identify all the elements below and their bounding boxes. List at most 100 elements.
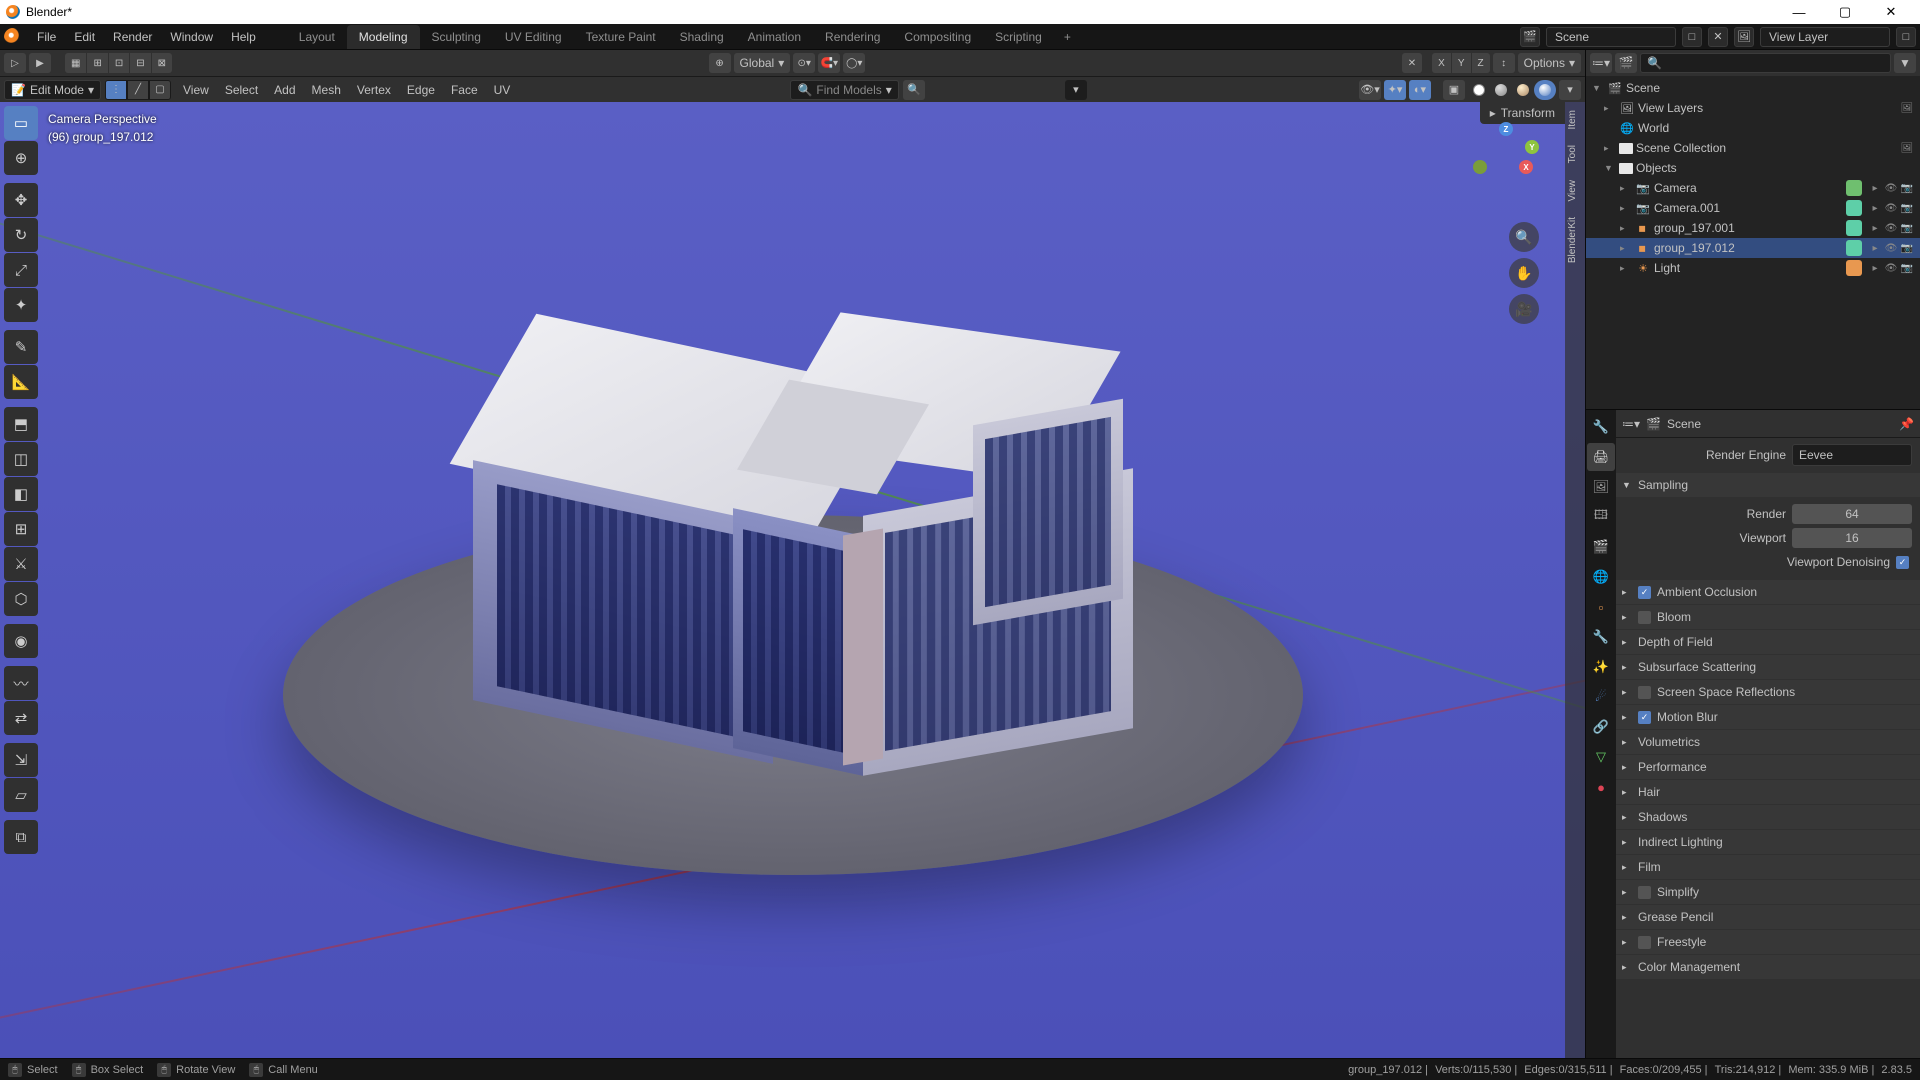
options-dropdown[interactable]: Options▾ <box>1518 53 1581 73</box>
physics-tab[interactable]: ☄ <box>1587 683 1615 711</box>
panel-depth-of-field[interactable]: ▸Depth of Field <box>1616 630 1920 654</box>
mesh-menu-select[interactable]: Select <box>217 80 266 100</box>
move-tool[interactable]: ✥ <box>4 183 38 217</box>
panel-volumetrics[interactable]: ▸Volumetrics <box>1616 730 1920 754</box>
panel-checkbox[interactable]: ✓ <box>1638 586 1651 599</box>
viewlayer-field[interactable]: View Layer <box>1760 27 1890 47</box>
y-axis-gizmo[interactable]: Y <box>1525 140 1539 154</box>
panel-hair[interactable]: ▸Hair <box>1616 780 1920 804</box>
workspace-tab-modeling[interactable]: Modeling <box>347 25 420 49</box>
panel-freestyle[interactable]: ▸Freestyle <box>1616 930 1920 954</box>
viewport-samples-field[interactable]: 16 <box>1792 528 1912 548</box>
shear-tool[interactable]: ▱ <box>4 778 38 812</box>
menu-render[interactable]: Render <box>104 26 161 48</box>
menu-help[interactable]: Help <box>222 26 265 48</box>
outliner-row[interactable]: ▸🖼View Layers🖼 <box>1586 98 1920 118</box>
scene-new-button[interactable]: □ <box>1682 27 1702 47</box>
render-samples-field[interactable]: 64 <box>1792 504 1912 524</box>
render-engine-select[interactable]: Eevee <box>1792 444 1912 466</box>
maximize-button[interactable]: ▢ <box>1822 0 1868 24</box>
extrude-tool[interactable]: ⬒ <box>4 407 38 441</box>
xray-toggle[interactable]: ▣ <box>1443 80 1465 100</box>
select-mode-group[interactable]: ⋮ ╱ ▢ <box>105 80 171 100</box>
scene-tab[interactable]: 🎬 <box>1587 533 1615 561</box>
panel-ambient-occlusion[interactable]: ▸✓Ambient Occlusion <box>1616 580 1920 604</box>
mesh-menu-edge[interactable]: Edge <box>399 80 443 100</box>
scene-browse-button[interactable]: 🎬 <box>1520 27 1540 47</box>
slide-tool[interactable]: ⇄ <box>4 701 38 735</box>
panel-checkbox[interactable] <box>1638 686 1651 699</box>
n-panel-tab-blenderkit[interactable]: BlenderKit <box>1565 209 1580 271</box>
panel-indirect-lighting[interactable]: ▸Indirect Lighting <box>1616 830 1920 854</box>
output-tab[interactable]: 🖼 <box>1587 473 1615 501</box>
cursor-tool-icon[interactable]: ▷ <box>4 53 26 73</box>
menu-window[interactable]: Window <box>161 26 222 48</box>
z-axis-gizmo[interactable]: Z <box>1499 122 1513 136</box>
props-context-icon[interactable]: ≔▾ <box>1622 417 1640 431</box>
outliner-row[interactable]: 🌐World <box>1586 118 1920 138</box>
object-tab[interactable]: ▫ <box>1587 593 1615 621</box>
outliner-row[interactable]: ▸◆group_197.001▸👁📷 <box>1586 218 1920 238</box>
constraint-tab[interactable]: 🔗 <box>1587 713 1615 741</box>
outliner-row[interactable]: ▸Scene Collection🖼 <box>1586 138 1920 158</box>
panel-performance[interactable]: ▸Performance <box>1616 755 1920 779</box>
shrink-tool[interactable]: ⇲ <box>4 743 38 777</box>
annotate-tool[interactable]: ✎ <box>4 330 38 364</box>
cursor-tool[interactable]: ⊕ <box>4 141 38 175</box>
add-workspace-button[interactable]: + <box>1054 25 1081 49</box>
workspace-tab-animation[interactable]: Animation <box>736 25 813 49</box>
face-select-button[interactable]: ▢ <box>149 80 171 100</box>
rotate-tool[interactable]: ↻ <box>4 218 38 252</box>
shading-options[interactable]: ▾ <box>1559 80 1581 100</box>
panel-shadows[interactable]: ▸Shadows <box>1616 805 1920 829</box>
mesh-menu-vertex[interactable]: Vertex <box>349 80 399 100</box>
pivot-icon[interactable]: ⊙▾ <box>793 53 815 73</box>
rip-tool[interactable]: ⧉ <box>4 820 38 854</box>
polybuild-tool[interactable]: ⬡ <box>4 582 38 616</box>
mesh-automerge-pill[interactable]: ✕ <box>1402 53 1422 73</box>
workspace-tab-texture-paint[interactable]: Texture Paint <box>574 25 668 49</box>
viewlayer-tab[interactable]: 🖽 <box>1587 503 1615 531</box>
vertex-select-button[interactable]: ⋮ <box>105 80 127 100</box>
measure-tool[interactable]: 📐 <box>4 365 38 399</box>
camera-view-button[interactable]: 🎥 <box>1509 294 1539 324</box>
n-panel-tab-tool[interactable]: Tool <box>1565 137 1580 171</box>
scale-tool[interactable]: ⤢ <box>4 253 38 287</box>
edge-select-button[interactable]: ╱ <box>127 80 149 100</box>
axis-lock-pill[interactable]: XYZ <box>1432 53 1489 73</box>
panel-simplify[interactable]: ▸Simplify <box>1616 880 1920 904</box>
workspace-tab-rendering[interactable]: Rendering <box>813 25 892 49</box>
outliner-row[interactable]: ▼🎬Scene <box>1586 78 1920 98</box>
orientation-select[interactable]: Global▾ <box>734 53 791 73</box>
3d-viewport[interactable]: Camera Perspective (96) group_197.012 ▭ … <box>0 102 1585 1058</box>
rendered-shading[interactable] <box>1534 80 1556 100</box>
workspace-tab-shading[interactable]: Shading <box>668 25 736 49</box>
navigation-gizmo[interactable]: Z Y X <box>1467 122 1545 200</box>
n-panel-tab-item[interactable]: Item <box>1565 102 1580 137</box>
loopcut-tool[interactable]: ⊞ <box>4 512 38 546</box>
viewlayer-new-button[interactable]: □ <box>1896 27 1916 47</box>
panel-bloom[interactable]: ▸Bloom <box>1616 605 1920 629</box>
cursor-play-icon[interactable]: ▶ <box>29 53 51 73</box>
asset-category[interactable]: ▾ <box>1065 80 1087 100</box>
panel-checkbox[interactable]: ✓ <box>1638 711 1651 724</box>
outliner-row[interactable]: ▸📷Camera▸👁📷 <box>1586 178 1920 198</box>
neg-y-gizmo[interactable] <box>1473 160 1487 174</box>
spin-tool[interactable]: ◉ <box>4 624 38 658</box>
outliner-search[interactable]: 🔍 <box>1640 53 1891 73</box>
drag-action-pill[interactable]: ▦⊞⊡⊟⊠ <box>65 53 172 73</box>
gizmo-toggle[interactable]: ✦▾ <box>1384 80 1406 100</box>
inset-tool[interactable]: ◫ <box>4 442 38 476</box>
scene-delete-button[interactable]: ✕ <box>1708 27 1728 47</box>
outliner-type-icon[interactable]: 🎬 <box>1615 53 1637 73</box>
select-tool[interactable]: ▭ <box>4 106 38 140</box>
proportional-icon[interactable]: ◯▾ <box>843 53 865 73</box>
outliner-row[interactable]: ▸☀Light▸👁📷 <box>1586 258 1920 278</box>
overlay-toggle[interactable]: ◐▾ <box>1409 80 1431 100</box>
menu-file[interactable]: File <box>28 26 65 48</box>
particle-tab[interactable]: ✨ <box>1587 653 1615 681</box>
modifier-tab[interactable]: 🔧 <box>1587 623 1615 651</box>
mesh-data-tab[interactable]: ▽ <box>1587 743 1615 771</box>
mesh-display-button[interactable]: 👁▾ <box>1359 80 1381 100</box>
n-panel-tab-view[interactable]: View <box>1565 172 1580 210</box>
